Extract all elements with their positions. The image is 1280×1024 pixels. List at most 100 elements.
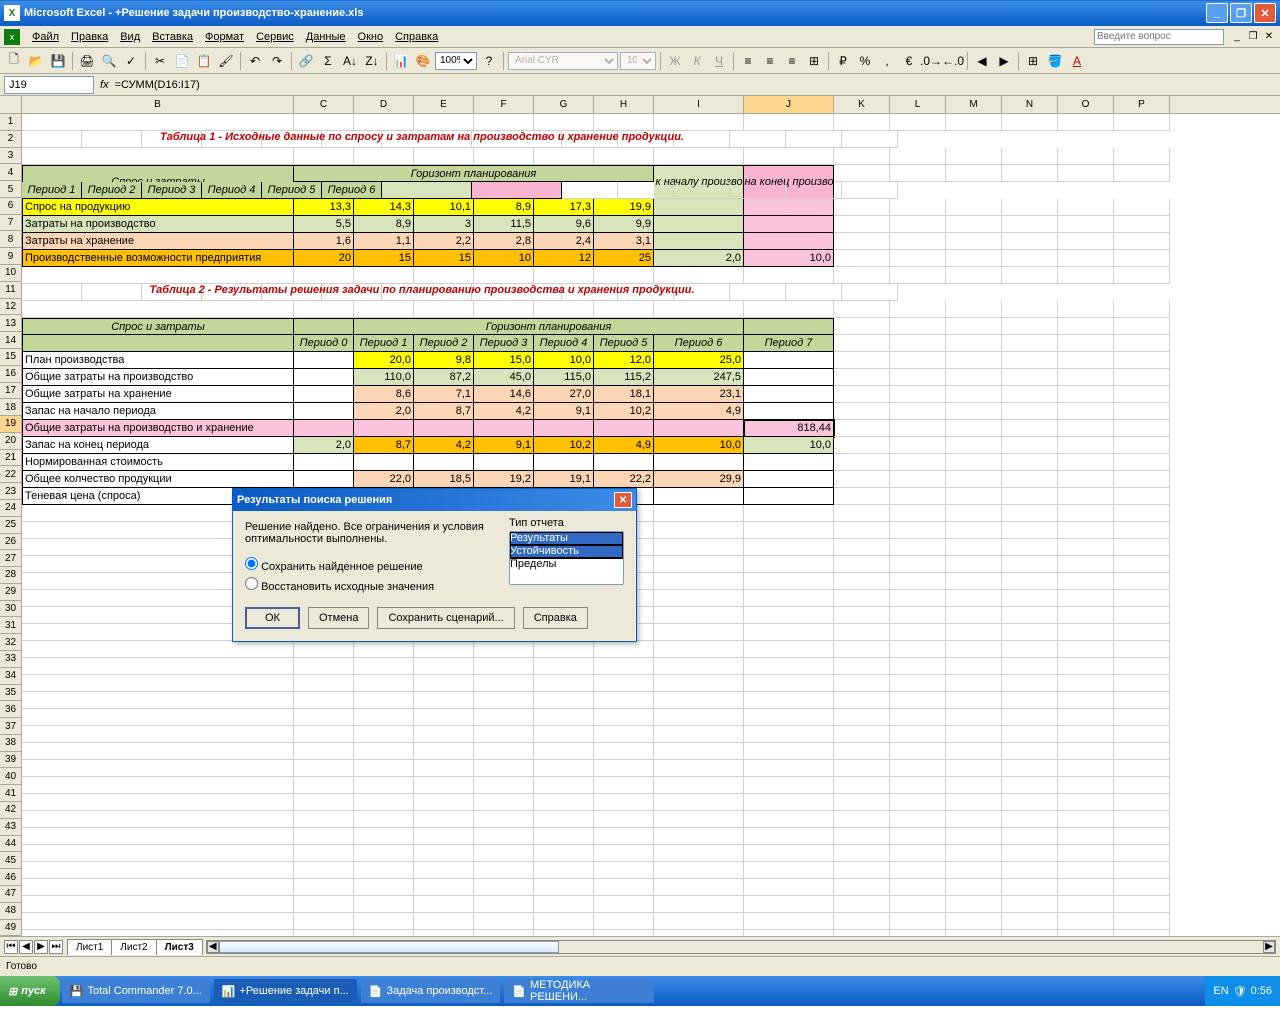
font-select[interactable]: Arial CYR (508, 52, 618, 70)
row-header-49[interactable]: 49 (0, 920, 22, 937)
t2-row-4-v4[interactable] (594, 420, 654, 437)
col-header-G[interactable]: G (534, 96, 594, 113)
t1-row-2-v5[interactable]: 3,1 (594, 233, 654, 250)
col-header-I[interactable]: I (654, 96, 744, 113)
t2-period-6[interactable]: Период 6 (654, 335, 744, 352)
font-color-icon[interactable]: A (1067, 51, 1087, 71)
t2-row-0-p7[interactable] (744, 352, 834, 369)
fx-label[interactable]: fx (100, 79, 109, 91)
doc-close-button[interactable]: ✕ (1262, 30, 1276, 44)
tab-sheet3[interactable]: Лист3 (156, 939, 203, 955)
t2-row-2-v3[interactable]: 27,0 (534, 386, 594, 403)
t2-row-5-v1[interactable]: 4,2 (414, 437, 474, 454)
t2-row-5-p0[interactable]: 2,0 (294, 437, 354, 454)
row-header-31[interactable]: 31 (0, 617, 22, 634)
row-header-7[interactable]: 7 (0, 215, 22, 232)
t2-row-8-v5[interactable] (654, 488, 744, 505)
sort-asc-icon[interactable]: A↓ (340, 51, 360, 71)
t2-row-1-p0[interactable] (294, 369, 354, 386)
row-header-1[interactable]: 1 (0, 114, 22, 131)
t2-row-4-p7[interactable]: 818,44 (744, 420, 834, 437)
new-icon[interactable]: 🗋 (4, 51, 24, 71)
start-button[interactable]: ⊞пуск (0, 976, 60, 1006)
minimize-button[interactable]: _ (1206, 3, 1228, 23)
row-header-46[interactable]: 46 (0, 869, 22, 886)
t2-row-5-p7[interactable]: 10,0 (744, 437, 834, 454)
name-box[interactable]: J19 (4, 76, 94, 94)
help-button[interactable]: Справка (523, 607, 588, 629)
row-header-11[interactable]: 11 (0, 282, 22, 299)
row-header-38[interactable]: 38 (0, 735, 22, 752)
row-header-24[interactable]: 24 (0, 500, 22, 517)
row-header-27[interactable]: 27 (0, 550, 22, 567)
row-header-2[interactable]: 2 (0, 131, 22, 148)
t2-row-0-p0[interactable] (294, 352, 354, 369)
tab-nav-prev[interactable]: ◀ (19, 940, 33, 954)
row-header-20[interactable]: 20 (0, 433, 22, 450)
t2-row-4-v5[interactable] (654, 420, 744, 437)
t2-row-5-v4[interactable]: 4,9 (594, 437, 654, 454)
underline-icon[interactable]: Ч (709, 51, 729, 71)
col-header-C[interactable]: C (294, 96, 354, 113)
t2-period-4[interactable]: Период 4 (534, 335, 594, 352)
row-header-29[interactable]: 29 (0, 584, 22, 601)
t2-row-4-v3[interactable] (534, 420, 594, 437)
t2-row-1-v4[interactable]: 115,2 (594, 369, 654, 386)
menu-format[interactable]: Формат (199, 29, 250, 45)
borders-icon[interactable]: ⊞ (1023, 51, 1043, 71)
t2-row-4-v1[interactable] (414, 420, 474, 437)
tray-lang[interactable]: EN (1213, 985, 1228, 997)
t1-period-1[interactable]: Период 1 (22, 182, 82, 199)
t2-row-3-v2[interactable]: 4,2 (474, 403, 534, 420)
report-type-list[interactable]: Результаты Устойчивость Пределы (509, 531, 624, 585)
t1-row-0-v2[interactable]: 10,1 (414, 199, 474, 216)
euro-icon[interactable]: € (899, 51, 919, 71)
row-header-35[interactable]: 35 (0, 685, 22, 702)
taskbar-item-3[interactable]: 📄Задача производст... (361, 979, 501, 1003)
t1-row-3-v3[interactable]: 10 (474, 250, 534, 267)
row-header-16[interactable]: 16 (0, 366, 22, 383)
tab-nav-next[interactable]: ▶ (34, 940, 48, 954)
row-header-22[interactable]: 22 (0, 466, 22, 483)
t2-row-1-v1[interactable]: 87,2 (414, 369, 474, 386)
t2-row-3-label[interactable]: Запас на начало периода (22, 403, 294, 420)
t2-row-6-label[interactable]: Нормированная стоимость (22, 454, 294, 471)
row-header-33[interactable]: 33 (0, 651, 22, 668)
col-header-F[interactable]: F (474, 96, 534, 113)
menu-data[interactable]: Данные (300, 29, 352, 45)
t2-row-0-label[interactable]: План производства (22, 352, 294, 369)
t1-period-3[interactable]: Период 3 (142, 182, 202, 199)
t2-row-2-v0[interactable]: 8,6 (354, 386, 414, 403)
formula-content[interactable]: =СУММ(D16:I17) (115, 79, 1276, 91)
row-header-14[interactable]: 14 (0, 332, 22, 349)
row-header-18[interactable]: 18 (0, 399, 22, 416)
t2-row-4-v2[interactable] (474, 420, 534, 437)
sort-desc-icon[interactable]: Z↓ (362, 51, 382, 71)
t2-row-2-p7[interactable] (744, 386, 834, 403)
t2-row-7-p7[interactable] (744, 471, 834, 488)
t2-row-6-p0[interactable] (294, 454, 354, 471)
t1-row-1-v1[interactable]: 8,9 (354, 216, 414, 233)
t2-row-6-v0[interactable] (354, 454, 414, 471)
horizontal-scrollbar[interactable]: ◀ ▶ (206, 940, 1276, 954)
t1-row-3-label[interactable]: Производственные возможности предприятия (22, 250, 294, 267)
row-header-26[interactable]: 26 (0, 534, 22, 551)
row-header-25[interactable]: 25 (0, 517, 22, 534)
t2-row-7-v3[interactable]: 19,1 (534, 471, 594, 488)
indent-inc-icon[interactable]: ▶ (994, 51, 1014, 71)
t1-row-3-v0[interactable]: 20 (294, 250, 354, 267)
t2-row-1-v0[interactable]: 110,0 (354, 369, 414, 386)
col-header-D[interactable]: D (354, 96, 414, 113)
dialog-titlebar[interactable]: Результаты поиска решения ✕ (233, 489, 636, 511)
t1-row-1-v5[interactable]: 9,9 (594, 216, 654, 233)
t2-row-0-v3[interactable]: 10,0 (534, 352, 594, 369)
t1-row-0-v3[interactable]: 8,9 (474, 199, 534, 216)
align-right-icon[interactable]: ≡ (782, 51, 802, 71)
t2-row-0-v0[interactable]: 20,0 (354, 352, 414, 369)
save-scenario-button[interactable]: Сохранить сценарий... (377, 607, 514, 629)
doc-restore-button[interactable]: ❐ (1246, 30, 1260, 44)
redo-icon[interactable]: ↷ (267, 51, 287, 71)
taskbar-item-4[interactable]: 📄МЕТОДИКА РЕШЕНИ... (504, 979, 654, 1003)
t1-row-0-label[interactable]: Спрос на продукцию (22, 199, 294, 216)
t2-row-3-v1[interactable]: 8,7 (414, 403, 474, 420)
